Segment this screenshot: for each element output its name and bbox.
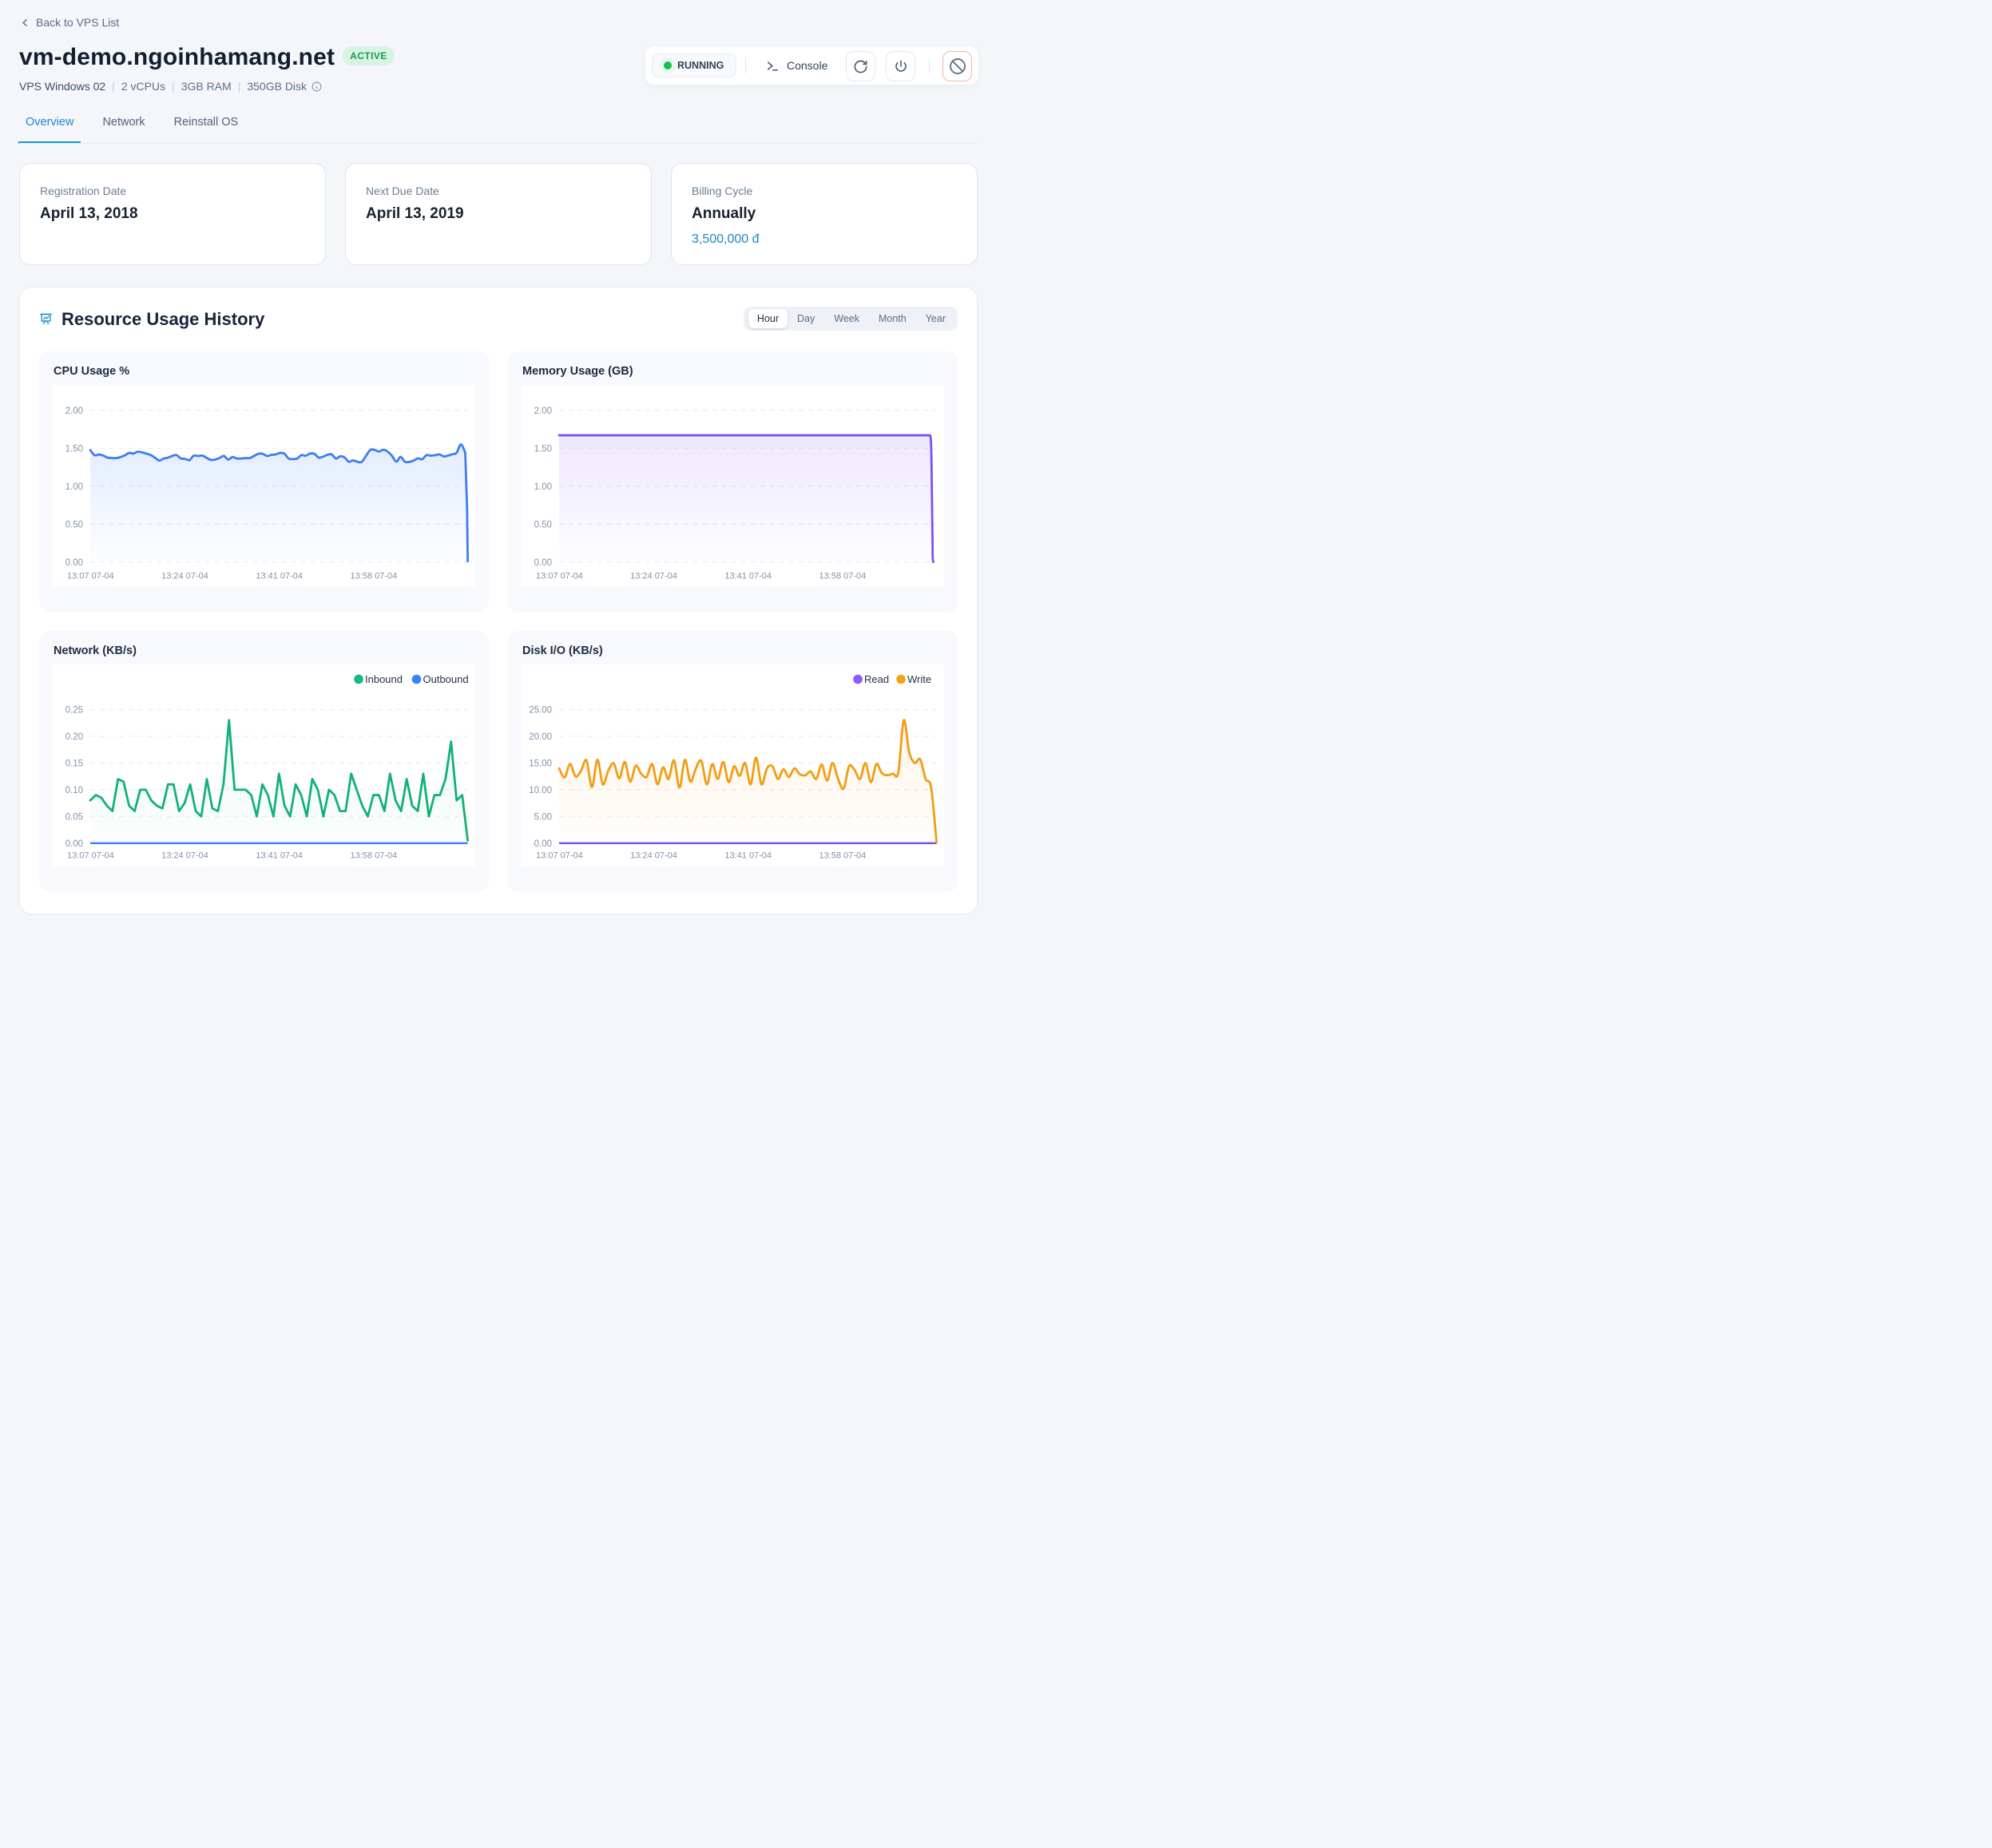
svg-text:5.00: 5.00	[534, 813, 552, 823]
svg-text:13:41 07-04: 13:41 07-04	[256, 572, 303, 581]
svg-text:2.00: 2.00	[65, 406, 83, 416]
svg-text:13:07 07-04: 13:07 07-04	[67, 572, 114, 581]
svg-text:25.00: 25.00	[529, 706, 552, 716]
svg-text:Outbound: Outbound	[423, 673, 469, 685]
svg-text:13:58 07-04: 13:58 07-04	[819, 572, 867, 581]
svg-text:Read: Read	[864, 673, 889, 685]
svg-text:1.00: 1.00	[65, 482, 83, 492]
svg-text:13:58 07-04: 13:58 07-04	[819, 851, 867, 861]
svg-text:13:07 07-04: 13:07 07-04	[67, 851, 114, 861]
svg-text:13:07 07-04: 13:07 07-04	[536, 572, 583, 581]
svg-text:1.50: 1.50	[534, 445, 552, 454]
svg-text:13:41 07-04: 13:41 07-04	[724, 572, 772, 581]
svg-text:0.00: 0.00	[65, 839, 83, 849]
svg-text:Write: Write	[907, 673, 931, 685]
svg-text:2.00: 2.00	[534, 406, 552, 416]
svg-text:0.00: 0.00	[534, 558, 552, 568]
svg-text:0.00: 0.00	[65, 558, 83, 568]
svg-text:0.25: 0.25	[65, 706, 83, 716]
svg-text:15.00: 15.00	[529, 759, 552, 769]
svg-text:0.15: 0.15	[65, 759, 83, 769]
svg-text:0.10: 0.10	[65, 786, 83, 795]
svg-text:13:58 07-04: 13:58 07-04	[351, 572, 398, 581]
svg-text:13:41 07-04: 13:41 07-04	[256, 851, 303, 861]
svg-text:0.00: 0.00	[534, 839, 552, 849]
svg-text:Inbound: Inbound	[365, 673, 403, 685]
svg-text:0.05: 0.05	[65, 813, 83, 823]
svg-text:13:07 07-04: 13:07 07-04	[536, 851, 583, 861]
svg-text:0.50: 0.50	[65, 521, 83, 530]
svg-text:13:24 07-04: 13:24 07-04	[161, 851, 208, 861]
svg-text:13:24 07-04: 13:24 07-04	[630, 572, 677, 581]
svg-text:10.00: 10.00	[529, 786, 552, 795]
svg-text:1.00: 1.00	[534, 482, 552, 492]
svg-text:13:41 07-04: 13:41 07-04	[724, 851, 772, 861]
svg-text:13:24 07-04: 13:24 07-04	[161, 572, 208, 581]
svg-text:0.20: 0.20	[65, 732, 83, 742]
svg-text:1.50: 1.50	[65, 445, 83, 454]
svg-text:0.50: 0.50	[534, 521, 552, 530]
svg-text:20.00: 20.00	[529, 732, 552, 742]
svg-text:13:58 07-04: 13:58 07-04	[351, 851, 398, 861]
svg-text:13:24 07-04: 13:24 07-04	[630, 851, 677, 861]
